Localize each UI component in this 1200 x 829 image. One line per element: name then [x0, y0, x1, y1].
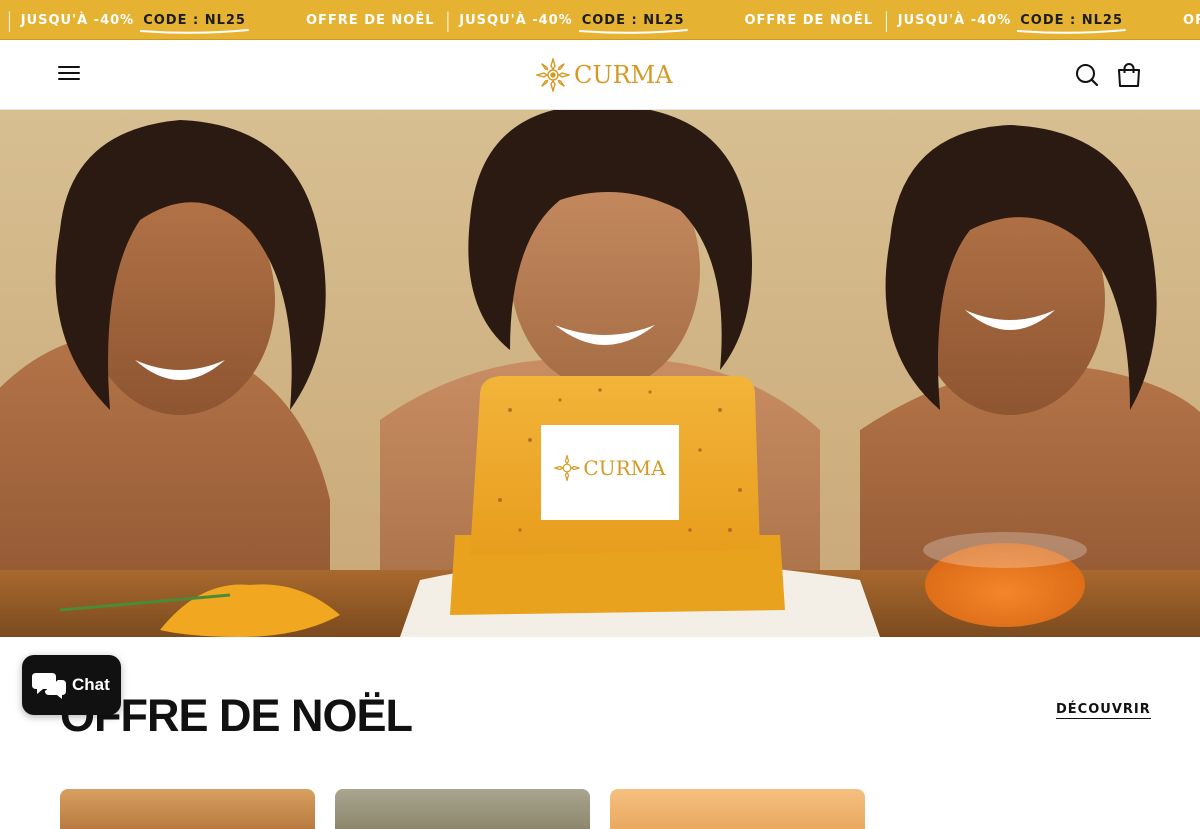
announcement-item: OFFRE DE NOËL | JUSQU'À -40% CODE : NL25 — [744, 0, 1128, 39]
announcement-item: OFFRE DE NOËL | JUSQU'À -40% CODE : NL25 — [305, 0, 689, 39]
promo-code-text: CODE : NL25 — [1020, 12, 1124, 28]
code-underline-icon — [1017, 28, 1127, 34]
discount-text: JUSQU'À -40% — [459, 12, 573, 28]
hero-image — [0, 110, 1200, 637]
offer-text: OFFRE DE NOËL — [744, 12, 874, 28]
announcement-bar: | JUSQU'À -40% CODE : NL25 OFFRE DE NOËL… — [0, 0, 1200, 40]
chat-widget-button[interactable]: Chat — [22, 655, 121, 715]
code-underline-icon — [578, 28, 688, 34]
brand-logo[interactable]: CURMA — [536, 57, 673, 93]
discount-text: JUSQU'À -40% — [897, 12, 1012, 28]
announcement-item: | JUSQU'À -40% CODE : NL25 — [2, 0, 250, 39]
chat-bubbles-icon — [32, 673, 66, 699]
soap-brand-text: CURMA — [583, 456, 666, 480]
separator: | — [6, 8, 13, 32]
soap-label: CURMA — [541, 455, 679, 481]
discover-link[interactable]: DÉCOUVRIR — [1056, 702, 1151, 719]
announcement-track: | JUSQU'À -40% CODE : NL25 OFFRE DE NOËL… — [2, 0, 1200, 39]
hamburger-menu-icon[interactable] — [56, 62, 84, 88]
search-icon[interactable] — [1074, 62, 1100, 88]
chat-label: Chat — [72, 675, 110, 694]
promo-code: CODE : NL25 — [139, 12, 250, 34]
product-card[interactable] — [335, 789, 590, 829]
discount-text: JUSQU'À -40% — [20, 12, 135, 28]
promo-code-text: CODE : NL25 — [581, 12, 685, 28]
product-cards — [60, 789, 865, 829]
code-underline-icon — [140, 28, 249, 34]
promo-code: CODE : NL25 — [1016, 12, 1127, 34]
sun-emblem-icon — [536, 58, 570, 92]
separator: | — [444, 8, 452, 32]
promo-code: CODE : NL25 — [578, 12, 689, 34]
offer-text: OFFRE DE NOËL — [305, 12, 435, 28]
product-card[interactable] — [60, 789, 315, 829]
hero-banner[interactable]: CURMA — [0, 110, 1200, 637]
offer-text: OFFRE DE NOËL — [1183, 12, 1200, 28]
site-header: CURMA — [0, 40, 1200, 110]
promo-code-text: CODE : NL25 — [143, 12, 246, 28]
separator: | — [883, 8, 890, 32]
brand-name: CURMA — [574, 61, 673, 89]
sun-emblem-icon — [554, 455, 581, 481]
announcement-item: OFFRE DE NOËL — [1183, 0, 1200, 39]
shopping-bag-icon[interactable] — [1116, 62, 1142, 88]
product-card[interactable] — [610, 789, 865, 829]
